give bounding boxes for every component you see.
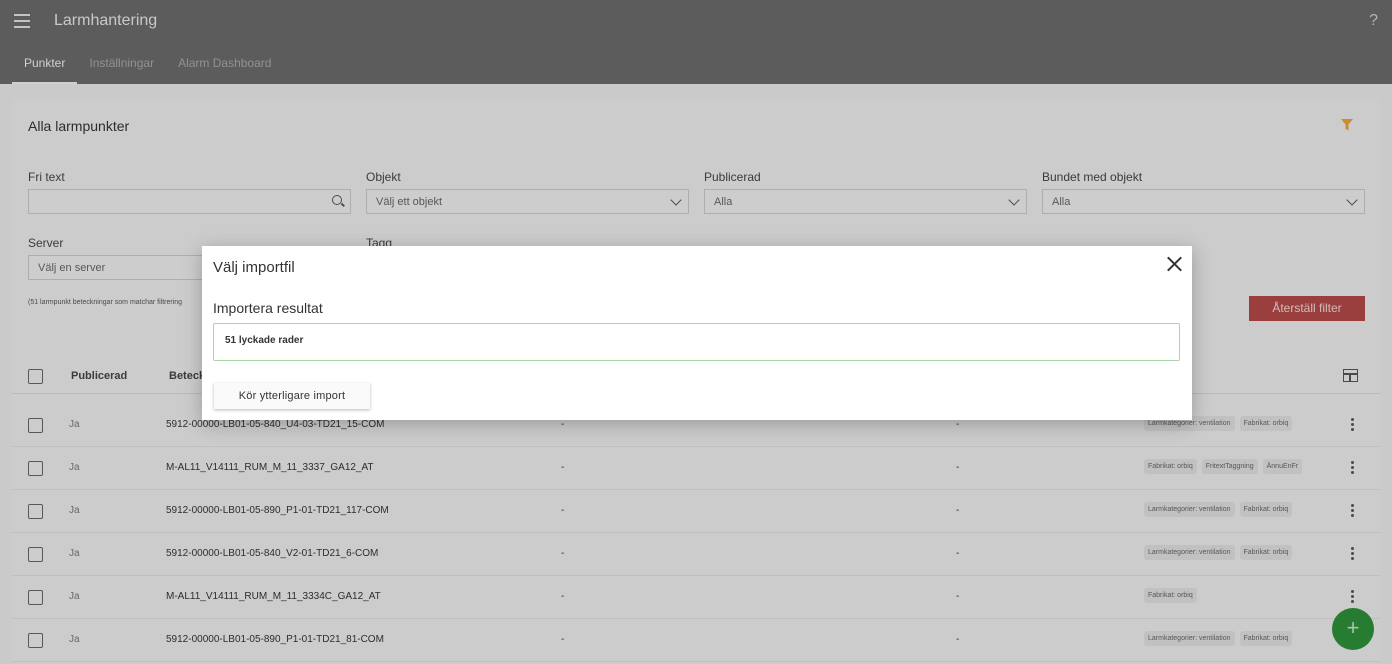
- close-icon[interactable]: [1166, 256, 1182, 272]
- import-result-text: 51 lyckade rader: [225, 335, 304, 346]
- dialog-title: Välj importfil: [213, 259, 295, 276]
- import-dialog: Välj importfil Importera resultat 51 lyc…: [202, 246, 1192, 420]
- import-result-heading: Importera resultat: [213, 300, 323, 316]
- import-result-box: 51 lyckade rader: [213, 323, 1180, 361]
- run-another-import-button[interactable]: Kör ytterligare import: [214, 383, 370, 409]
